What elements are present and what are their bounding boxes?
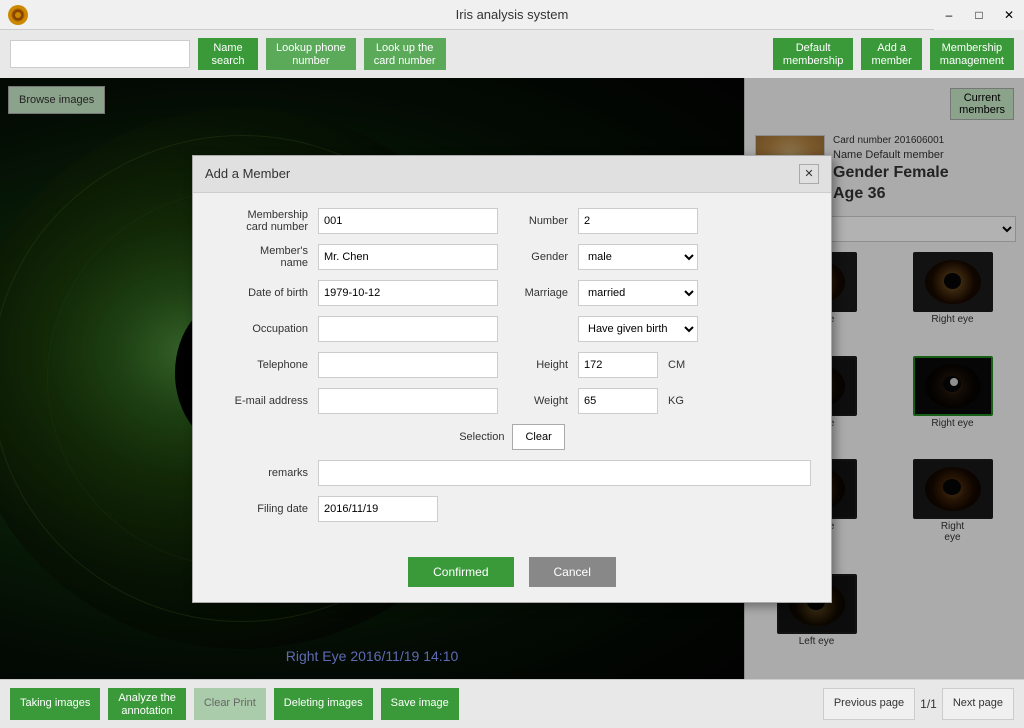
marriage-label: Marriage (508, 287, 568, 299)
dialog-footer: Confirmed Cancel (193, 547, 831, 602)
remarks-input[interactable] (318, 460, 811, 486)
form-row-membership: Membership card number Number (213, 208, 811, 234)
number-label: Number (508, 215, 568, 227)
save-image-button[interactable]: Save image (381, 688, 459, 720)
name-search-button[interactable]: Name search (198, 38, 258, 70)
weight-label: Weight (508, 395, 568, 407)
dialog-overlay: Add a Member ✕ Membership card number Nu… (0, 78, 1024, 679)
taking-images-button[interactable]: Taking images (10, 688, 100, 720)
form-row-remarks: remarks (213, 460, 811, 486)
search-input[interactable] (10, 40, 190, 68)
main-content: Name search Lookup phone number Look up … (0, 30, 1024, 728)
email-input[interactable] (318, 388, 498, 414)
gender-select[interactable]: male female (578, 244, 698, 270)
height-label: Height (508, 359, 568, 371)
remarks-label: remarks (213, 467, 308, 479)
number-input[interactable] (578, 208, 698, 234)
membership-management-button[interactable]: Membership management (930, 38, 1014, 70)
dialog-close-button[interactable]: ✕ (799, 164, 819, 184)
next-page-button[interactable]: Next page (942, 688, 1014, 720)
title-bar: Iris analysis system – □ ✕ (0, 0, 1024, 30)
height-unit: CM (668, 359, 685, 371)
form-row-dob: Date of birth Marriage married single (213, 280, 811, 306)
telephone-label: Telephone (213, 359, 308, 371)
minimize-button[interactable]: – (934, 0, 964, 30)
previous-page-button[interactable]: Previous page (823, 688, 915, 720)
occupation-label: Occupation (213, 323, 308, 335)
clear-button[interactable]: Clear (512, 424, 564, 450)
marriage-select[interactable]: married single (578, 280, 698, 306)
dialog-header: Add a Member ✕ (193, 156, 831, 193)
telephone-input[interactable] (318, 352, 498, 378)
pagination: Previous page 1/1 Next page (823, 688, 1014, 720)
form-row-name: Member's name Gender male female (213, 244, 811, 270)
dialog-body: Membership card number Number Member's n… (193, 193, 831, 547)
add-member-dialog: Add a Member ✕ Membership card number Nu… (192, 155, 832, 603)
member-name-input[interactable] (318, 244, 498, 270)
weight-unit: KG (668, 395, 684, 407)
confirm-button[interactable]: Confirmed (408, 557, 513, 587)
page-number: 1/1 (920, 697, 937, 711)
window-controls: – □ ✕ (934, 0, 1024, 30)
lookup-card-button[interactable]: Look up the card number (364, 38, 446, 70)
form-row-occupation: Occupation Have given birth (213, 316, 811, 342)
clear-print-button[interactable]: Clear Print (194, 688, 266, 720)
deleting-images-button[interactable]: Deleting images (274, 688, 373, 720)
form-row-filing: Filing date (213, 496, 811, 522)
close-button[interactable]: ✕ (994, 0, 1024, 30)
membership-card-label: Membership card number (213, 209, 308, 233)
default-membership-button[interactable]: Default membership (773, 38, 854, 70)
selection-label: Selection (459, 431, 504, 443)
bottom-toolbar: Taking images Analyze the annotation Cle… (0, 679, 1024, 728)
have-given-birth-select[interactable]: Have given birth (578, 316, 698, 342)
cancel-button[interactable]: Cancel (529, 557, 616, 587)
email-label: E-mail address (213, 395, 308, 407)
gender-label: Gender (508, 251, 568, 263)
dob-input[interactable] (318, 280, 498, 306)
analyze-annotation-button[interactable]: Analyze the annotation (108, 688, 185, 720)
filing-date-label: Filing date (213, 503, 308, 515)
dialog-title: Add a Member (205, 166, 290, 181)
selection-area: Selection Clear (213, 424, 811, 450)
lookup-phone-button[interactable]: Lookup phone number (266, 38, 356, 70)
app-icon (8, 5, 28, 25)
weight-input[interactable] (578, 388, 658, 414)
member-name-label: Member's name (213, 245, 308, 269)
toolbar: Name search Lookup phone number Look up … (0, 30, 1024, 78)
app-title: Iris analysis system (456, 7, 569, 22)
filing-date-input[interactable] (318, 496, 438, 522)
dob-label: Date of birth (213, 287, 308, 299)
occupation-input[interactable] (318, 316, 498, 342)
form-row-email: E-mail address Weight KG (213, 388, 811, 414)
membership-card-input[interactable] (318, 208, 498, 234)
add-member-button[interactable]: Add a member (861, 38, 921, 70)
content-area: Browse images Right Eye 2016/11/19 14:10 (0, 78, 1024, 679)
maximize-button[interactable]: □ (964, 0, 994, 30)
form-row-telephone: Telephone Height CM (213, 352, 811, 378)
height-input[interactable] (578, 352, 658, 378)
